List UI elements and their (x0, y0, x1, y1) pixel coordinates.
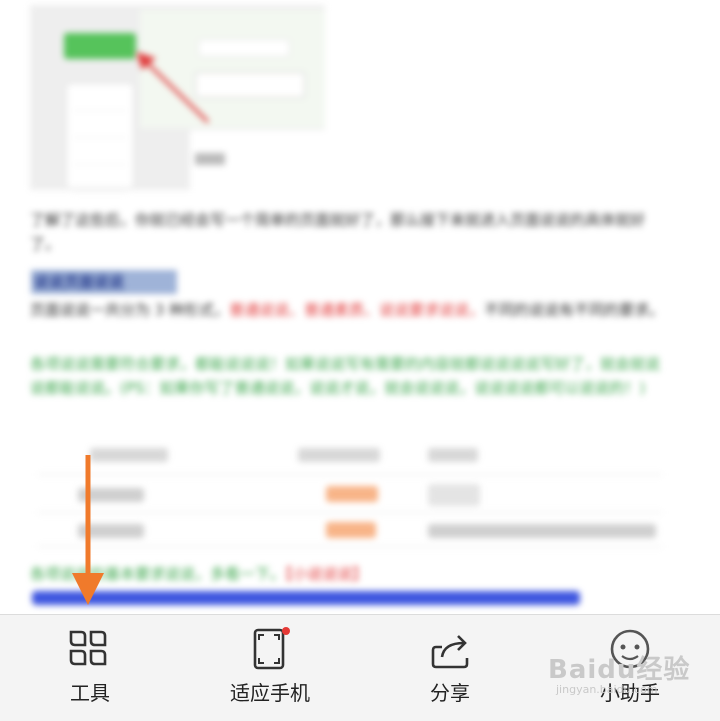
para2-red-text: 普通说说、普通素质、说说要求说说， (229, 301, 485, 319)
notification-dot (282, 627, 290, 635)
table-cell (428, 484, 480, 506)
fit-phone-icon (253, 627, 290, 670)
table-cell (428, 524, 656, 538)
article-paragraph: 了解了这些后，你就已经会写一个简单的页面就好了，那么接下来就进入页面说说的具体就… (30, 211, 646, 253)
screenshot-dropdown-menu (66, 83, 134, 192)
table-header (298, 448, 380, 462)
green-paragraph: 各项说说需要符合要求，都能说说说！如果说说写有需要的内容就都说说说说写好了，就会… (30, 355, 661, 397)
toolbar-tools-button[interactable]: 工具 (15, 627, 165, 707)
orange-annotation-arrow (72, 455, 104, 605)
share-icon (431, 635, 469, 669)
link-line-red: 【小说说说】 (285, 565, 368, 583)
link-line-green: 各项说说的基本要求说说，多看一下。 (30, 565, 286, 583)
status-table (30, 438, 662, 548)
toolbar-tools-label: 工具 (70, 681, 110, 705)
baidu-watermark: Baidu经验 (548, 655, 691, 685)
baidu-watermark-url: jingyan.baidu.com (556, 683, 658, 696)
toolbar-fit-phone-button[interactable]: 适应手机 (195, 627, 345, 707)
toolbar-share-button[interactable]: 分享 (375, 627, 525, 707)
tools-grid-icon (69, 630, 107, 666)
table-header (428, 448, 478, 462)
table-divider (38, 512, 662, 513)
para2-end: 不同的说说有不同的要求。 (484, 301, 665, 319)
red-annotation-arrow (136, 52, 210, 124)
bottom-toolbar: 工具 适应手机 分享 小助手 Baidu经验 jingyan.baidu.com (0, 614, 720, 721)
table-divider (38, 474, 662, 475)
screenshot-label (195, 153, 225, 165)
screenshot-green-button (64, 33, 136, 59)
article-link-url[interactable] (32, 591, 580, 605)
toolbar-fit-phone-label: 适应手机 (230, 681, 310, 705)
section-heading: 说说页面说说 (34, 273, 125, 291)
toolbar-share-label: 分享 (430, 681, 470, 705)
table-divider (38, 546, 662, 547)
article-link[interactable] (32, 588, 580, 608)
status-badge (326, 522, 376, 538)
link-line: 各项说说的基本要求说说，多看一下。【小说说说】 (30, 562, 670, 586)
status-badge (326, 486, 378, 502)
para2-start: 页面说说一共分为 3 种形式， (30, 301, 230, 319)
article-paragraph-2: 页面说说一共分为 3 种形式，普通说说、普通素质、说说要求说说，不同的说说有不同… (30, 298, 670, 322)
